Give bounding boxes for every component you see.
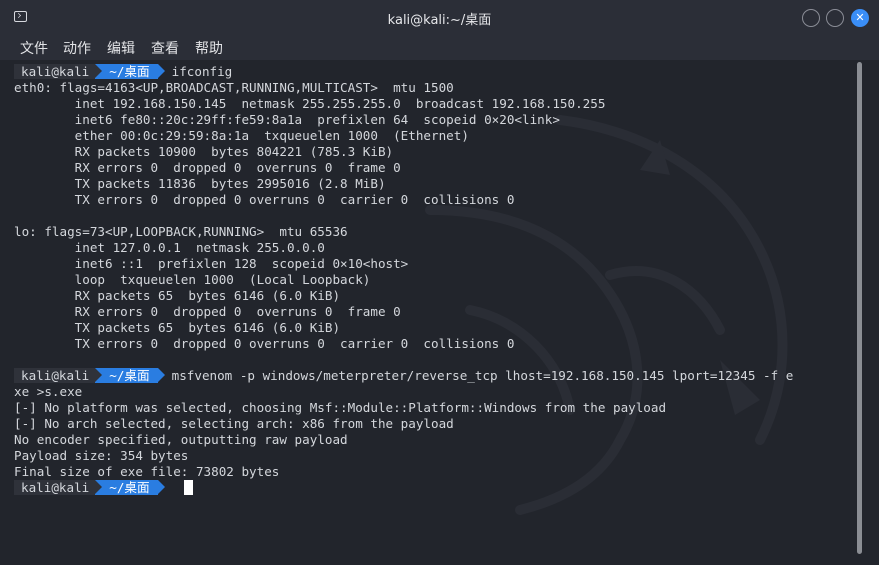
output-line: inet 127.0.0.1 netmask 255.0.0.0 <box>14 240 325 255</box>
output-line: RX errors 0 dropped 0 overruns 0 frame 0 <box>14 304 401 319</box>
terminal-window: kali@kali:~/桌面 ✕ 文件 动作 编辑 查看 帮助 kali@kal… <box>0 0 879 565</box>
output-line: inet6 fe80::20c:29ff:fe59:8a1a prefixlen… <box>14 112 560 127</box>
menu-action[interactable]: 动作 <box>63 38 91 58</box>
output-line: Final size of exe file: 73802 bytes <box>14 464 280 479</box>
terminal-lines: kali@kali ~/桌面 ifconfig eth0: flags=4163<UP… <box>14 64 793 496</box>
prompt-line: kali@kali ~/桌面 ifconfig <box>14 64 793 80</box>
output-line: loop txqueuelen 1000 (Local Loopback) <box>14 272 371 287</box>
text-cursor <box>183 480 193 495</box>
close-icon: ✕ <box>855 11 865 24</box>
output-line: TX errors 0 dropped 0 overruns 0 carrier… <box>14 192 515 207</box>
menu-bar: 文件 动作 编辑 查看 帮助 <box>0 34 879 60</box>
prompt-line: kali@kali ~/桌面 <box>14 480 793 496</box>
output-line: inet 192.168.150.145 netmask 255.255.255… <box>14 96 606 111</box>
maximize-button[interactable] <box>826 9 844 27</box>
output-line: xe >s.exe <box>14 384 83 399</box>
output-line: Payload size: 354 bytes <box>14 448 189 463</box>
output-line: No encoder specified, outputting raw pay… <box>14 432 348 447</box>
output-line: lo: flags=73<UP,LOOPBACK,RUNNING> mtu 65… <box>14 224 348 239</box>
menu-edit[interactable]: 编辑 <box>107 38 135 58</box>
output-line: inet6 ::1 prefixlen 128 scopeid 0×10<hos… <box>14 256 409 271</box>
prompt-user: kali@kali <box>14 480 96 495</box>
output-line: TX packets 65 bytes 6146 (6.0 KiB) <box>14 320 341 335</box>
output-line: ether 00:0c:29:59:8a:1a txqueuelen 1000 … <box>14 128 469 143</box>
scrollbar-thumb[interactable] <box>857 62 862 554</box>
window-title: kali@kali:~/桌面 <box>387 13 492 28</box>
terminal-output[interactable]: kali@kali ~/桌面 ifconfig eth0: flags=4163<UP… <box>0 60 879 565</box>
prompt-directory: ~/桌面 <box>95 368 166 383</box>
output-line: [-] No arch selected, selecting arch: x8… <box>14 416 454 431</box>
close-button[interactable]: ✕ <box>851 9 869 27</box>
prompt-line: kali@kali ~/桌面 msfvenom -p windows/meterpr… <box>14 368 793 384</box>
menu-help[interactable]: 帮助 <box>195 38 223 58</box>
output-line: [-] No platform was selected, choosing M… <box>14 400 667 415</box>
output-line: TX packets 11836 bytes 2995016 (2.8 MiB) <box>14 176 386 191</box>
output-line: RX packets 65 bytes 6146 (6.0 KiB) <box>14 288 341 303</box>
prompt-directory: ~/桌面 <box>95 480 166 495</box>
prompt-user: kali@kali <box>14 64 96 79</box>
menu-view[interactable]: 查看 <box>151 38 179 58</box>
title-bar[interactable]: kali@kali:~/桌面 ✕ <box>0 0 879 34</box>
command-text: msfvenom -p windows/meterpreter/reverse_… <box>171 368 794 383</box>
minimize-button[interactable] <box>802 9 820 27</box>
command-text: ifconfig <box>171 64 233 79</box>
output-line: RX errors 0 dropped 0 overruns 0 frame 0 <box>14 160 401 175</box>
prompt-directory: ~/桌面 <box>95 64 166 79</box>
menu-file[interactable]: 文件 <box>20 38 48 58</box>
prompt-user: kali@kali <box>14 368 96 383</box>
output-line: TX errors 0 dropped 0 overruns 0 carrier… <box>14 336 515 351</box>
output-line: RX packets 10900 bytes 804221 (785.3 KiB… <box>14 144 394 159</box>
output-line: eth0: flags=4163<UP,BROADCAST,RUNNING,MU… <box>14 80 454 95</box>
